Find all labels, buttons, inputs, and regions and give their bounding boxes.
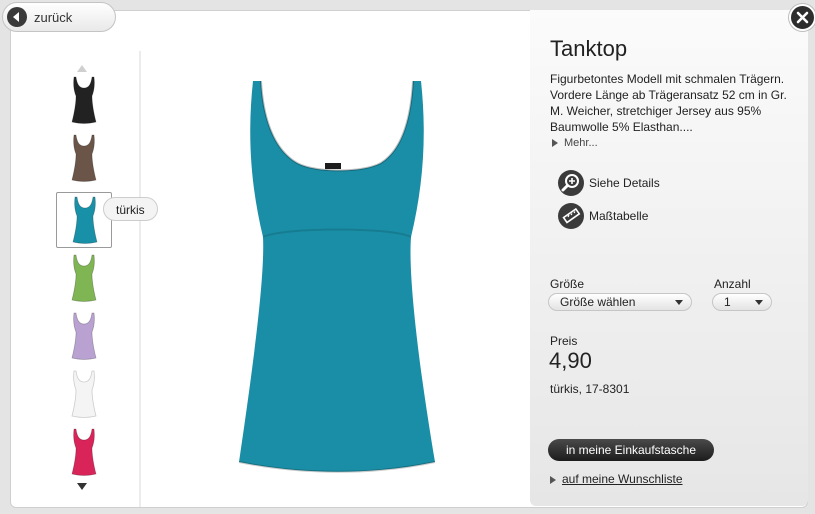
more-label: Mehr... [564,137,598,149]
tank-top-thumbnail-image [72,196,98,244]
triangle-right-icon [550,475,556,484]
scroll-up-arrow-icon[interactable] [77,65,87,72]
ruler-icon [558,203,584,229]
close-button[interactable] [789,4,815,31]
quantity-select-value: 1 [724,295,731,309]
wishlist-label: auf meine Wunschliste [562,472,683,486]
add-to-cart-button[interactable]: in meine Einkaufstasche [548,439,714,461]
tank-top-thumbnail-image [71,312,97,360]
thumbnail-item[interactable] [56,192,112,248]
tank-top-thumbnail-image [71,76,97,124]
size-chart-label: Maßtabelle [589,209,649,223]
size-label: Größe [550,277,585,291]
product-description: Figurbetontes Modell mit schmalen Träger… [550,72,787,134]
thumbnail-list [41,51,141,507]
tank-top-thumbnail-image [71,370,97,418]
back-button[interactable]: zurück [2,2,116,32]
arrow-left-icon [7,7,27,27]
thumbnail-item[interactable] [56,309,112,365]
color-tooltip: türkis [103,197,158,221]
size-select[interactable]: Größe wählen [548,293,692,311]
thumbnail-item[interactable] [56,131,112,187]
triangle-right-icon [552,139,558,148]
product-info-panel: Tanktop Figurbetontes Modell mit schmale… [530,10,808,506]
scroll-down-arrow-icon[interactable] [77,483,87,490]
close-icon [796,11,809,24]
product-title: Tanktop [550,36,628,61]
thumbnail-item[interactable] [56,425,112,481]
tank-top-thumbnail-image [71,428,97,476]
more-link[interactable]: Mehr... [552,137,598,149]
thumbnail-item[interactable] [56,73,112,129]
chevron-down-icon [755,300,763,305]
thumbnail-item[interactable] [56,251,112,307]
variant-info: türkis, 17-8301 [550,382,630,396]
tank-top-thumbnail-image [71,254,97,302]
product-image [233,77,443,478]
size-select-value: Größe wählen [560,295,636,309]
back-label: zurück [34,10,73,25]
magnifier-plus-icon [558,170,584,196]
details-label: Siehe Details [589,176,660,190]
price-label: Preis [550,334,578,348]
price-value: 4,90 [549,348,592,373]
divider [139,51,141,507]
tank-top-thumbnail-image [71,134,97,182]
quantity-select[interactable]: 1 [712,293,772,311]
wishlist-link[interactable]: auf meine Wunschliste [550,472,683,486]
thumbnail-item[interactable] [56,367,112,423]
quantity-label: Anzahl [714,277,751,291]
chevron-down-icon [675,300,683,305]
